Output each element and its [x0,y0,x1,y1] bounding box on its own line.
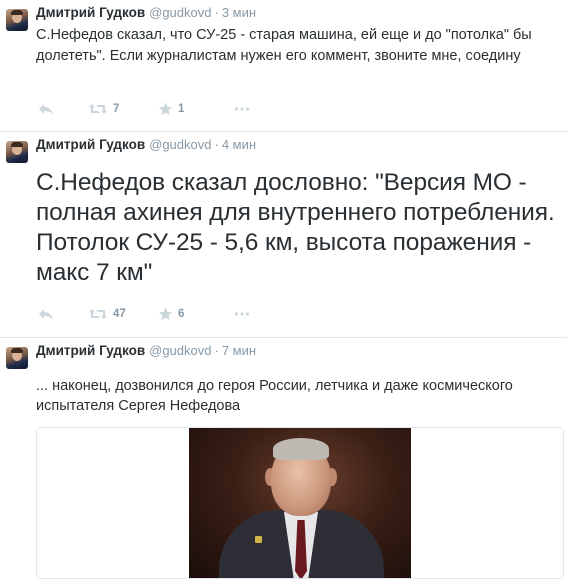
timestamp[interactable]: 3 мин [222,5,256,20]
tweet-photo[interactable] [189,428,411,578]
avatar[interactable] [6,9,28,31]
author-name[interactable]: Дмитрий Гудков [36,5,145,20]
retweet-icon [89,309,107,319]
favorite-button[interactable]: 1 [158,100,184,118]
reply-button[interactable] [38,100,54,118]
retweet-icon [89,104,107,114]
tweet[interactable]: Дмитрий Гудков @gudkovd · 4 мин С.Нефедов с… [0,132,567,338]
ellipsis-icon [234,107,250,111]
tweet-text: С.Нефедов сказал, что СУ-25 - старая маш… [36,27,532,64]
reply-arrow-icon [39,309,53,320]
more-button[interactable] [234,305,250,323]
reply-button[interactable] [38,305,54,323]
retweet-count: 47 [113,308,126,320]
tweet[interactable]: Дмитрий Гудков @gudkovd · 3 мин С.Нефедов с… [0,0,567,132]
favorite-count: 1 [178,103,185,115]
more-button[interactable] [234,100,250,118]
author-handle[interactable]: @gudkovd [149,137,211,152]
tweet-text: ... наконец, дозвонился до героя России,… [36,378,513,414]
tweet-text: С.Нефедов сказал дословно: "Версия МО - … [36,169,555,286]
tweet-media-card[interactable] [36,427,564,579]
timestamp[interactable]: 4 мин [222,137,256,152]
star-icon [158,307,173,321]
separator-dot: · [214,5,219,20]
separator-dot: · [214,137,219,152]
author-name[interactable]: Дмитрий Гудков [36,137,145,152]
favorite-count: 6 [178,308,185,320]
tweet-header: Дмитрий Гудков @gudkovd · 3 мин [36,5,256,23]
tweet-feed: Дмитрий Гудков @gudkovd · 3 мин С.Нефедов с… [0,0,567,585]
separator-dot: · [214,343,219,358]
retweet-button[interactable]: 47 [88,305,126,323]
author-name[interactable]: Дмитрий Гудков [36,343,145,358]
tweet-header: Дмитрий Гудков @gudkovd · 4 мин [36,137,256,155]
reply-arrow-icon [39,104,53,115]
ellipsis-icon [234,312,250,316]
tweet-header: Дмитрий Гудков @gudkovd · 7 мин [36,343,256,361]
author-handle[interactable]: @gudkovd [149,343,211,358]
avatar[interactable] [6,141,28,163]
retweet-count: 7 [113,103,120,115]
tweet[interactable]: Дмитрий Гудков @gudkovd · 7 мин ... наконец… [0,338,567,585]
star-icon [158,102,173,116]
author-handle[interactable]: @gudkovd [149,5,211,20]
favorite-button[interactable]: 6 [158,305,184,323]
avatar[interactable] [6,347,28,369]
timestamp[interactable]: 7 мин [222,343,256,358]
retweet-button[interactable]: 7 [88,100,119,118]
